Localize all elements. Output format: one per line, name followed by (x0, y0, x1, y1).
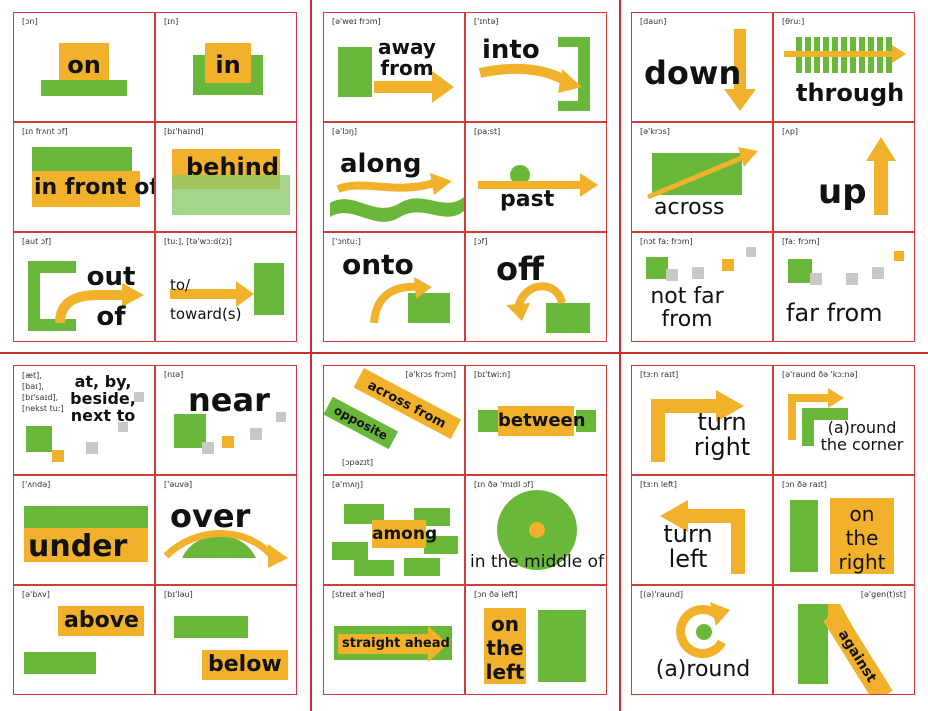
card-on-the-left: [ɔn ðə left] on the left (465, 585, 607, 695)
card-turn-left: [tɜ:n left] turn left (631, 475, 773, 585)
card-far-from: [fa: frɔm] far from (773, 232, 915, 342)
card-among: [ə'mʌŋ] among (323, 475, 465, 585)
card-onto: ['ɔntu:] onto (323, 232, 465, 342)
word-in-the-middle-of: in the middle of (469, 552, 605, 572)
word-around: (a)round (655, 657, 751, 682)
card-past: [pa:st] past (465, 122, 607, 232)
word-in-front-of: in front of (34, 175, 155, 200)
word-far-from: far from (786, 299, 883, 327)
card-in-front-of: [ɪn frʌnt ɔf] in front of (13, 122, 155, 232)
card-across-from-opposite: [ə'krɔs frɔm] [ɔpəzɪt] across from oppos… (323, 365, 465, 475)
word-above: above (64, 608, 139, 633)
panel-divider-vertical-1 (310, 0, 312, 711)
behind-overlay (172, 175, 290, 215)
card-under: ['ʌndə] under (13, 475, 155, 585)
word-on: on (67, 51, 101, 79)
word-through: through (796, 79, 905, 107)
card-straight-ahead: [streɪt ə'hed] straight ahead (323, 585, 465, 695)
word-turn-left: turn left (663, 520, 713, 574)
card-not-far-from: [nɔt fa: frɔm] not far from (631, 232, 773, 342)
word-on-the-right: on the right (838, 502, 886, 574)
card-on: [ɔn] on (13, 12, 155, 122)
card-down: [daun] down (631, 12, 773, 122)
word-not-far-from: not far from (650, 284, 724, 333)
word-below: below (208, 652, 282, 677)
word-along: along (340, 149, 422, 179)
card-in-the-middle-of: [ɪn ðə 'mɪdl ɔf] in the middle of (465, 475, 607, 585)
word-out-of: out of (86, 262, 136, 333)
against-illustration: against (798, 604, 893, 694)
word-to-toward: to/ toward(s) (170, 276, 242, 323)
across-from-illustration: across from opposite (324, 368, 462, 450)
below-illustration (174, 616, 288, 680)
card-behind: [bɪ'haɪnd] behind (155, 122, 297, 232)
card-at-by-beside: [æt], [baɪ], [bɪ'saɪd], [nekst tu:] at, … (13, 365, 155, 475)
word-under: under (28, 529, 128, 564)
word-among: among (372, 524, 438, 544)
card-off: [ɔf] off (465, 232, 607, 342)
above-illustration (24, 606, 144, 674)
card-in: [ɪn] in (155, 12, 297, 122)
card-out-of: [aut ɔf] out of (13, 232, 155, 342)
word-down: down (644, 54, 742, 92)
word-past: past (500, 187, 555, 212)
card-turn-right: [tɜ:n raɪt] turn right (631, 365, 773, 475)
word-around-the-corner: (a)round the corner (820, 418, 904, 454)
card-around: [(ə)'raund] (a)round (631, 585, 773, 695)
card-into: ['ɪntə] into (465, 12, 607, 122)
card-along: [ə'lɔŋ] along (323, 122, 465, 232)
card-across: [ə'krɔs] across (631, 122, 773, 232)
card-against: [ə'gen(t)st] against (773, 585, 915, 695)
card-up: [ʌp] up (773, 122, 915, 232)
panel-divider-horizontal (0, 352, 928, 354)
card-through: [θru:] through (773, 12, 915, 122)
card-below: [bɪ'ləu] below (155, 585, 297, 695)
panel-divider-vertical-2 (619, 0, 621, 711)
word-near: near (188, 381, 270, 419)
card-around-the-corner: [ə'raund ðə 'kɔ:nə] (a)round the corner (773, 365, 915, 475)
word-on-the-left: on the left (485, 612, 525, 684)
card-away-from: [ə'weɪ frɔm] away from (323, 12, 465, 122)
word-over: over (170, 497, 251, 535)
word-onto: onto (342, 248, 414, 281)
word-off: off (496, 250, 544, 288)
card-over: ['əuvə] over (155, 475, 297, 585)
card-to-toward: [tu:], [tə'wɔ:d(z)] to/ toward(s) (155, 232, 297, 342)
into-illustration (478, 37, 590, 111)
word-turn-right: turn right (693, 408, 751, 462)
card-on-the-right: [ɔn ðə raɪt] on the right (773, 475, 915, 585)
word-straight-ahead: straight ahead (342, 636, 450, 651)
word-at-by-beside: at, by, beside, next to (70, 372, 136, 425)
word-in: in (215, 51, 241, 79)
word-between: between (498, 410, 586, 431)
word-into: into (482, 35, 540, 65)
card-between: [bɪ'twi:n] between (465, 365, 607, 475)
word-across: across (654, 195, 725, 220)
word-up: up (818, 172, 867, 212)
past-illustration (478, 165, 598, 197)
card-near: [nɪə] near (155, 365, 297, 475)
word-away-from: away from (378, 35, 436, 80)
card-above: [ə'bʌv] above (13, 585, 155, 695)
